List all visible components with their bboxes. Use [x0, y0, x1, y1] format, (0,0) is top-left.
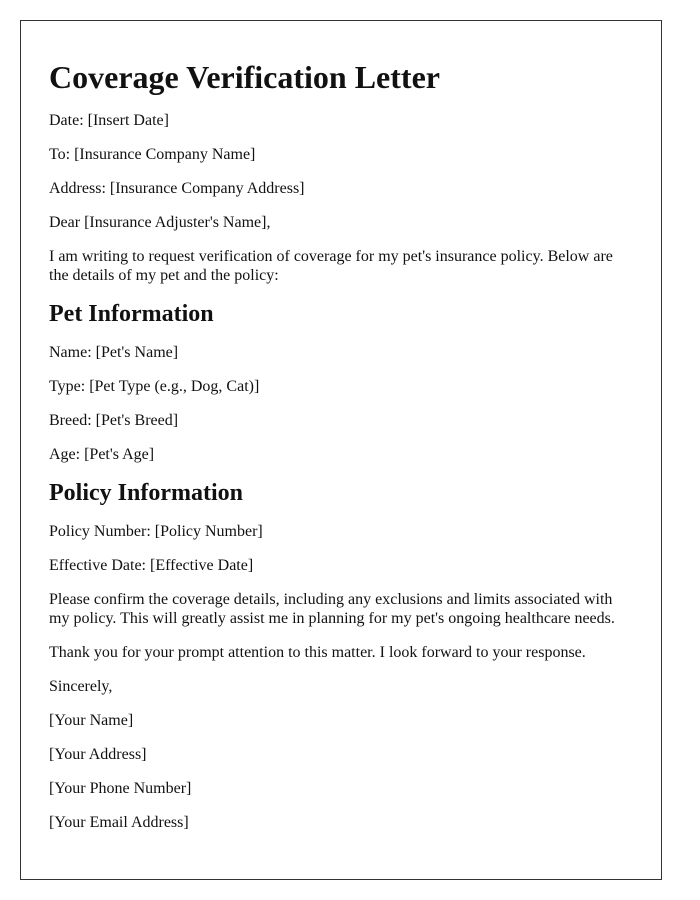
pet-name-line: Name: [Pet's Name]: [49, 344, 179, 361]
closing: Sincerely,: [49, 678, 113, 695]
pet-age-line: Age: [Pet's Age]: [49, 446, 155, 463]
signature-phone: [Your Phone Number]: [49, 780, 192, 797]
intro-paragraph: I am writing to request verification of …: [49, 248, 613, 284]
signature-address: [Your Address]: [49, 746, 147, 763]
effective-date-line: Effective Date: [Effective Date]: [49, 557, 254, 574]
policy-information-heading: Policy Information: [49, 480, 243, 506]
date-line: Date: [Insert Date]: [49, 112, 169, 129]
recipient-line: To: [Insurance Company Name]: [49, 146, 256, 163]
letter-container: Coverage Verification Letter Date: [Inse…: [20, 20, 662, 880]
pet-information-heading: Pet Information: [49, 301, 214, 327]
signature-name: [Your Name]: [49, 712, 134, 729]
request-paragraph: Please confirm the coverage details, inc…: [49, 591, 615, 627]
letter-title: Coverage Verification Letter: [49, 59, 440, 95]
salutation: Dear [Insurance Adjuster's Name],: [49, 214, 271, 231]
pet-breed-line: Breed: [Pet's Breed]: [49, 412, 179, 429]
policy-number-line: Policy Number: [Policy Number]: [49, 523, 263, 540]
signature-email: [Your Email Address]: [49, 814, 189, 831]
recipient-address-line: Address: [Insurance Company Address]: [49, 180, 305, 197]
pet-type-line: Type: [Pet Type (e.g., Dog, Cat)]: [49, 378, 260, 395]
thanks-paragraph: Thank you for your prompt attention to t…: [49, 644, 586, 661]
